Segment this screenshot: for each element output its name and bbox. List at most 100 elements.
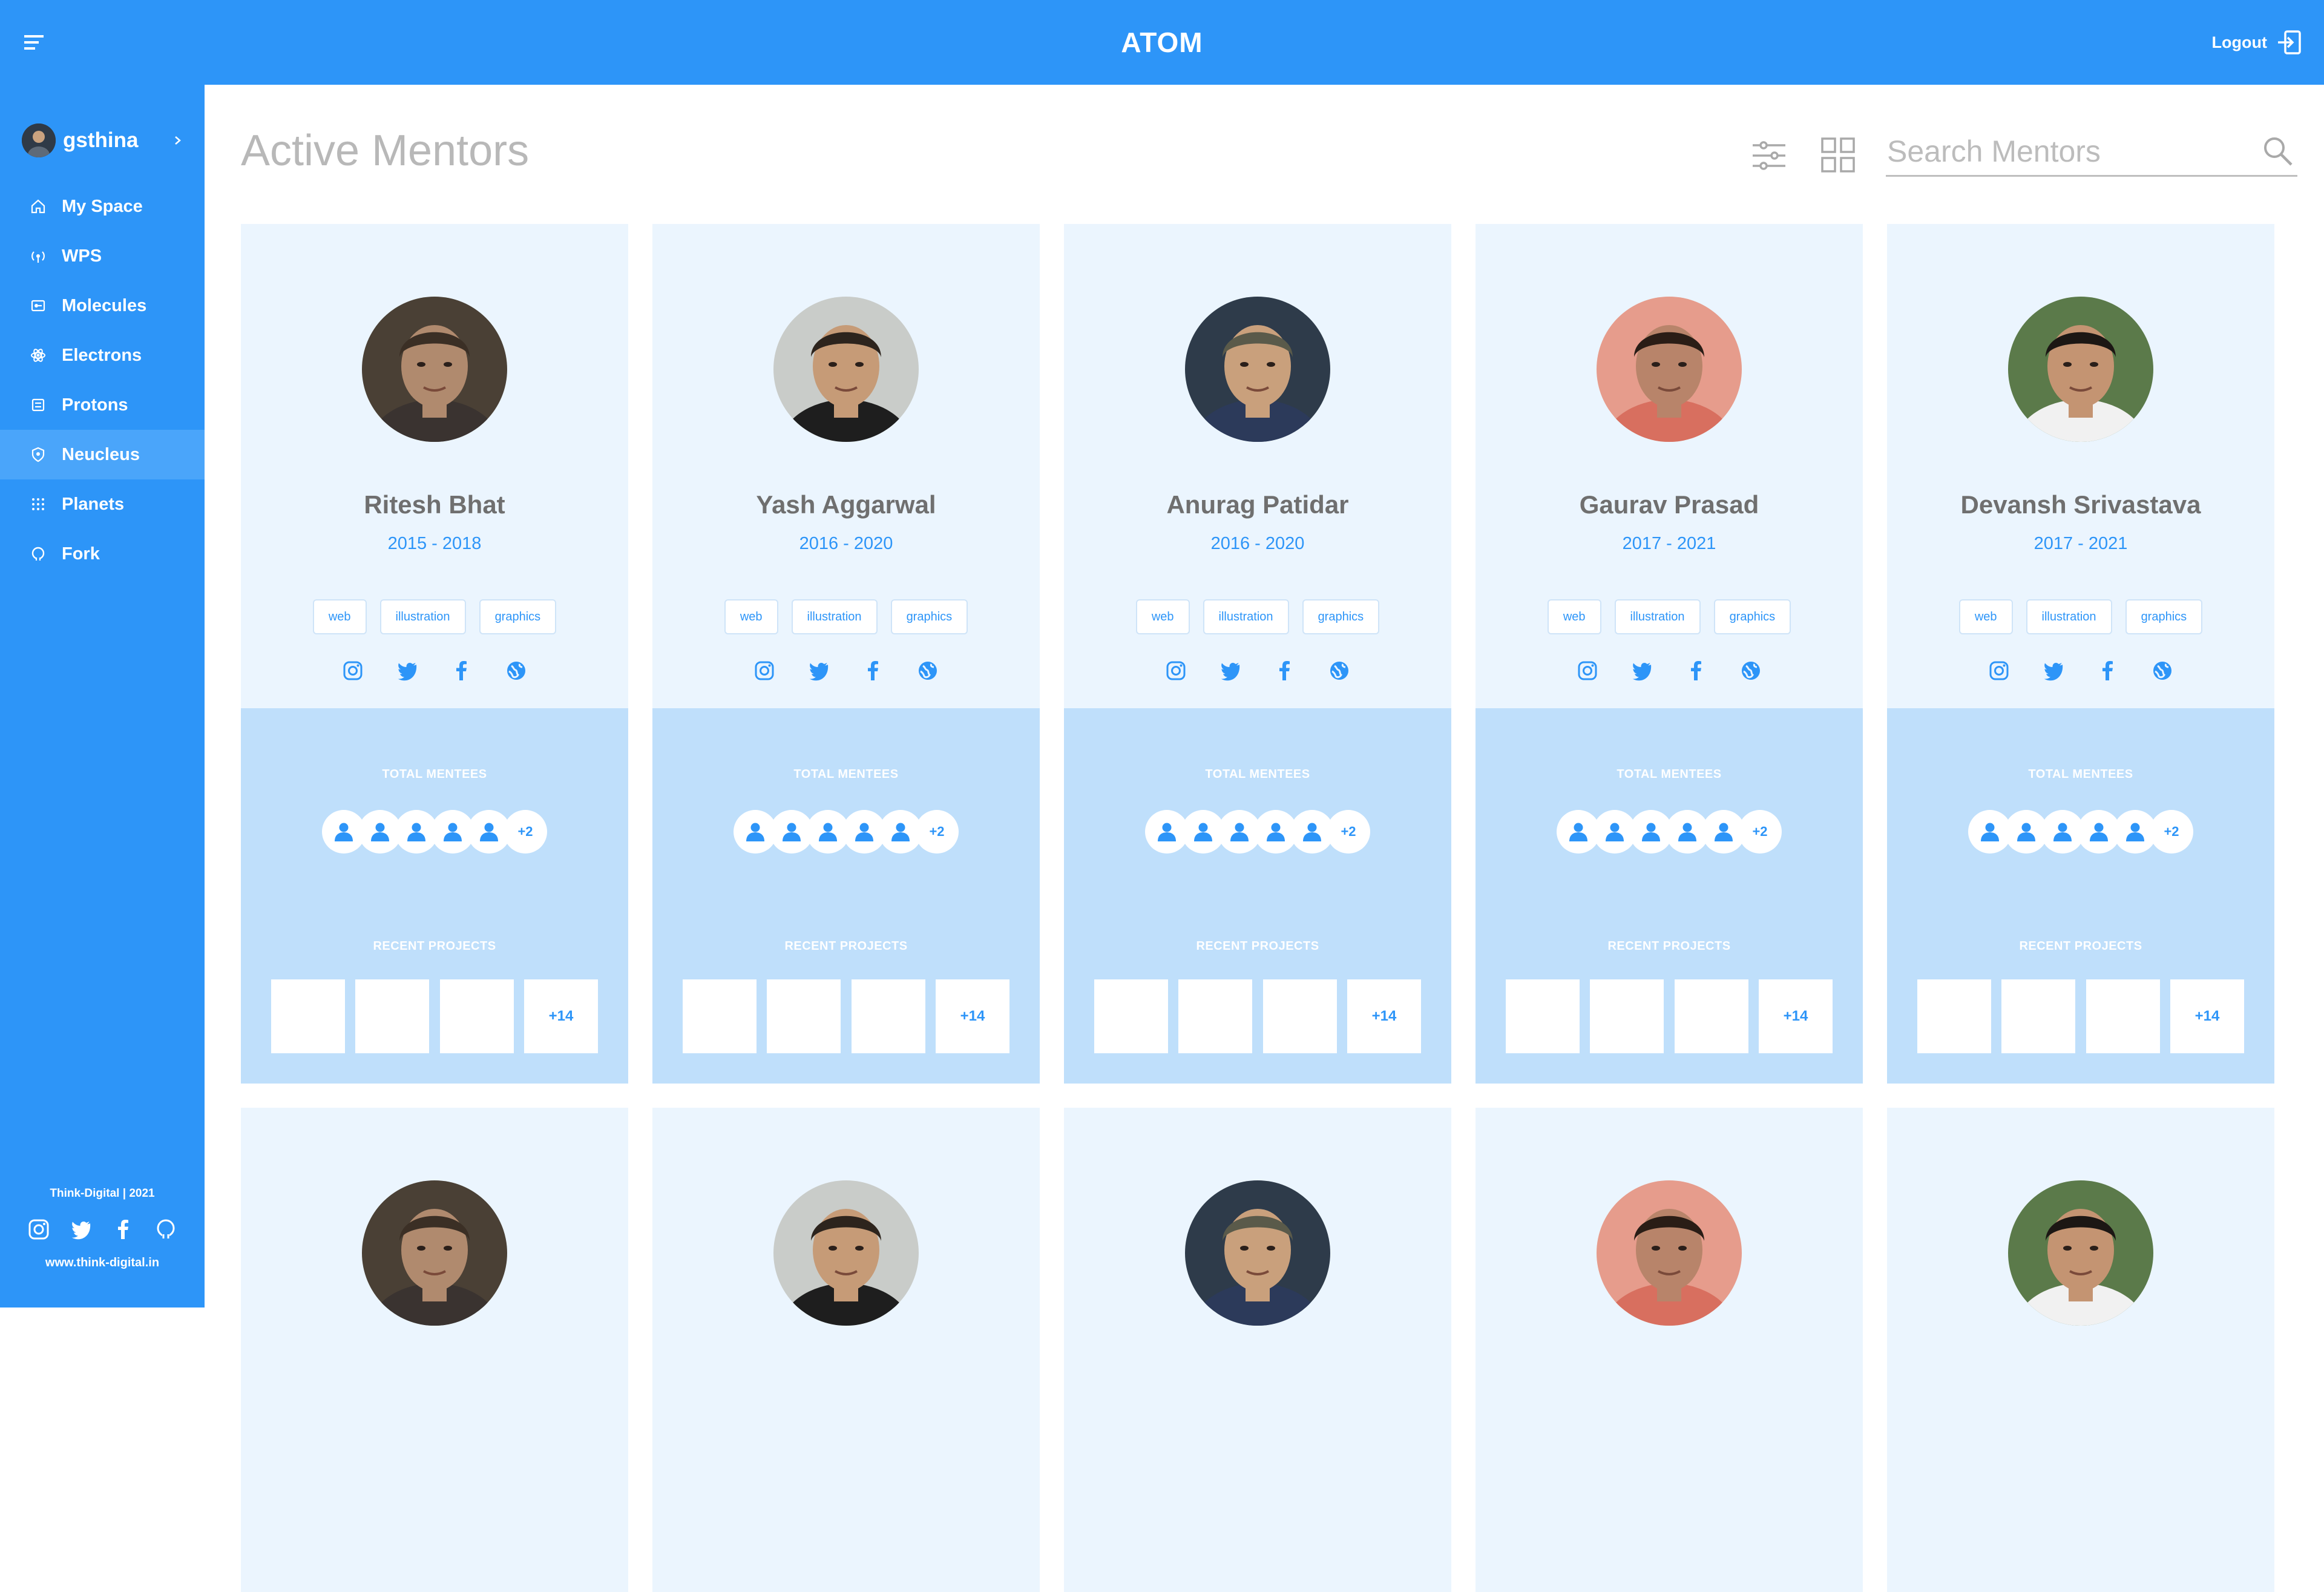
more-mentees-badge[interactable]: +2: [1738, 810, 1782, 854]
twitter-icon[interactable]: [1219, 660, 1241, 682]
sidebar-item-molecules[interactable]: Molecules: [0, 281, 205, 331]
tag-chip[interactable]: web: [1135, 599, 1190, 634]
facebook-icon[interactable]: [113, 1219, 134, 1240]
instagram-icon[interactable]: [753, 660, 775, 682]
tag-chip[interactable]: graphics: [2125, 599, 2203, 634]
hamburger-menu-icon[interactable]: [23, 31, 45, 53]
project-thumbnail[interactable]: [1178, 979, 1253, 1053]
project-thumbnail[interactable]: [2086, 979, 2160, 1053]
twitter-icon[interactable]: [2043, 660, 2064, 682]
project-thumbnail[interactable]: [271, 979, 345, 1053]
more-mentees-badge[interactable]: +2: [915, 810, 959, 854]
sidebar-item-neucleus[interactable]: Neucleus: [0, 430, 205, 479]
twitter-icon[interactable]: [808, 660, 830, 682]
user-icon: [1303, 823, 1321, 841]
project-thumbnail[interactable]: [1674, 979, 1748, 1053]
facebook-icon[interactable]: [862, 660, 884, 682]
globe-icon[interactable]: [917, 660, 939, 682]
project-thumbnail[interactable]: [851, 979, 925, 1053]
sidebar-item-my-space[interactable]: My Space: [0, 182, 205, 231]
home-icon: [31, 199, 45, 214]
more-projects-badge[interactable]: +14: [1758, 979, 1833, 1053]
mentor-avatar: [1185, 297, 1330, 442]
more-projects-badge[interactable]: +14: [2170, 979, 2244, 1053]
tag-chip[interactable]: graphics: [1713, 599, 1791, 634]
grid-view-icon[interactable]: [1820, 137, 1856, 173]
sidebar-item-fork[interactable]: Fork: [0, 529, 205, 579]
website-link[interactable]: www.think-digital.in: [0, 1256, 205, 1270]
user-profile-button[interactable]: gsthina: [22, 119, 185, 162]
tag-chip[interactable]: graphics: [479, 599, 557, 634]
recent-projects-label: RECENT PROJECTS: [1607, 939, 1731, 953]
project-thumbnail[interactable]: [439, 979, 514, 1053]
sidebar-item-electrons[interactable]: Electrons: [0, 331, 205, 380]
project-thumbnail[interactable]: [1094, 979, 1168, 1053]
instagram-icon[interactable]: [1165, 660, 1187, 682]
project-thumbnail[interactable]: [355, 979, 430, 1053]
project-thumbnail[interactable]: [683, 979, 757, 1053]
top-bar: ATOM Logout: [0, 0, 2324, 85]
sidebar-item-planets[interactable]: Planets: [0, 479, 205, 529]
more-mentees-badge[interactable]: +2: [1327, 810, 1370, 854]
twitter-icon[interactable]: [70, 1219, 92, 1240]
sidebar-item-protons[interactable]: Protons: [0, 380, 205, 430]
more-projects-badge[interactable]: +14: [935, 979, 1009, 1053]
more-mentees-badge[interactable]: +2: [2150, 810, 2193, 854]
globe-icon[interactable]: [1740, 660, 1762, 682]
more-projects-badge[interactable]: +14: [524, 979, 598, 1053]
project-thumbnail[interactable]: [2001, 979, 2076, 1053]
search-input[interactable]: [1886, 128, 2249, 174]
sidebar-nav: My Space WPS Molecules Electrons Protons…: [0, 182, 205, 579]
chevron-right-icon: [175, 136, 181, 145]
tag-chip[interactable]: web: [1958, 599, 2013, 634]
tag-chip[interactable]: web: [724, 599, 778, 634]
app-title: ATOM: [1121, 27, 1203, 58]
facebook-icon[interactable]: [1686, 660, 1707, 682]
logout-button[interactable]: Logout: [2212, 27, 2302, 58]
user-icon: [891, 823, 910, 841]
tag-chip[interactable]: web: [1547, 599, 1601, 634]
more-projects-badge[interactable]: +14: [1347, 979, 1421, 1053]
tag-chip[interactable]: graphics: [1302, 599, 1380, 634]
instagram-icon[interactable]: [28, 1219, 50, 1240]
filter-sliders-icon[interactable]: [1751, 138, 1787, 173]
facebook-icon[interactable]: [1274, 660, 1296, 682]
total-mentees-label: TOTAL MENTEES: [1205, 768, 1310, 781]
sidebar-item-label: Electrons: [62, 345, 142, 365]
tag-chip[interactable]: illustration: [2026, 599, 2112, 634]
twitter-icon[interactable]: [1631, 660, 1653, 682]
project-thumbnail[interactable]: [1262, 979, 1337, 1053]
mentee-avatars: +2: [652, 810, 1040, 854]
facebook-icon[interactable]: [451, 660, 473, 682]
sidebar-item-label: Neucleus: [62, 444, 140, 464]
tag-chip[interactable]: illustration: [791, 599, 878, 634]
github-icon[interactable]: [155, 1219, 177, 1240]
mentor-social-links: [652, 660, 1040, 682]
instagram-icon[interactable]: [342, 660, 364, 682]
mentor-years: 2016 - 2020: [799, 534, 893, 553]
recent-projects: +14: [1094, 979, 1421, 1053]
instagram-icon[interactable]: [1988, 660, 2010, 682]
more-mentees-badge[interactable]: +2: [504, 810, 547, 854]
globe-icon[interactable]: [2152, 660, 2173, 682]
mentor-name: Yash Aggarwal: [756, 490, 936, 519]
project-thumbnail[interactable]: [767, 979, 841, 1053]
tag-chip[interactable]: illustration: [1614, 599, 1701, 634]
project-thumbnail[interactable]: [1506, 979, 1580, 1053]
globe-icon[interactable]: [1328, 660, 1350, 682]
globe-icon[interactable]: [505, 660, 527, 682]
search-icon[interactable]: [2261, 134, 2295, 168]
recent-projects-label: RECENT PROJECTS: [373, 939, 496, 953]
project-thumbnail[interactable]: [1917, 979, 1991, 1053]
mentor-years: 2015 - 2018: [387, 534, 482, 553]
user-icon: [783, 823, 801, 841]
sidebar-item-wps[interactable]: WPS: [0, 231, 205, 281]
facebook-icon[interactable]: [2097, 660, 2119, 682]
project-thumbnail[interactable]: [1590, 979, 1664, 1053]
tag-chip[interactable]: illustration: [379, 599, 466, 634]
instagram-icon[interactable]: [1577, 660, 1598, 682]
tag-chip[interactable]: web: [312, 599, 367, 634]
tag-chip[interactable]: graphics: [890, 599, 968, 634]
twitter-icon[interactable]: [396, 660, 418, 682]
tag-chip[interactable]: illustration: [1203, 599, 1289, 634]
